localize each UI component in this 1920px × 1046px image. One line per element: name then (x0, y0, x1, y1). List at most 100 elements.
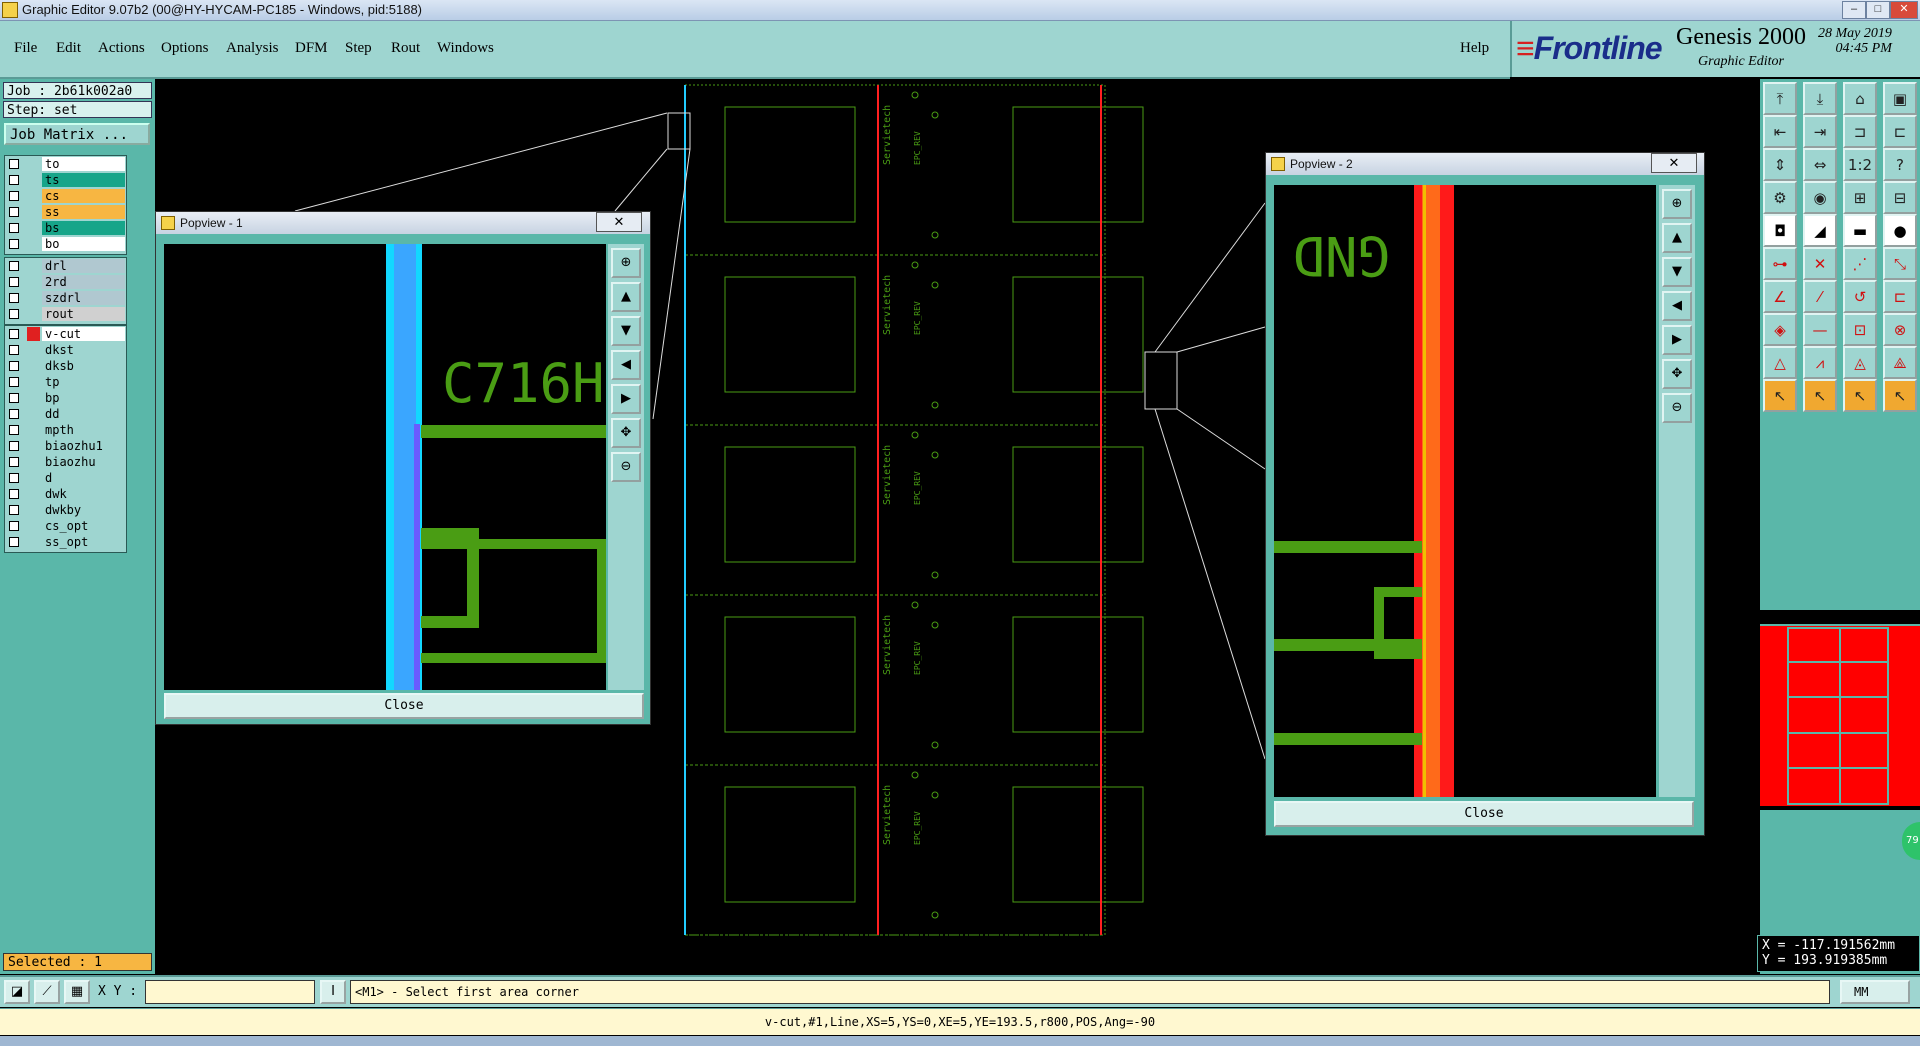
layer-row-cs[interactable]: cs (5, 188, 126, 204)
layer-name[interactable]: cs (42, 189, 125, 203)
tool-icon-38[interactable]: ↖ (1803, 379, 1837, 412)
layer-name[interactable]: biaozhu (42, 455, 125, 469)
layer-row-dwk[interactable]: dwk (5, 486, 126, 502)
tool-icon-15[interactable]: ⊞ (1843, 181, 1877, 214)
layer-checkbox[interactable] (9, 159, 19, 169)
menu-windows[interactable]: Windows (437, 40, 494, 57)
layer-checkbox[interactable] (9, 261, 19, 271)
menu-actions[interactable]: Actions (98, 40, 145, 57)
popview-1-pan-down-icon[interactable]: ▼ (611, 316, 641, 346)
tool-icon-27[interactable]: ↺ (1843, 280, 1877, 313)
layer-name[interactable]: dkst (42, 343, 125, 357)
tool-icon-35[interactable]: ◬ (1843, 346, 1877, 379)
popview-1-zoom-in-icon[interactable]: ⊕ (611, 248, 641, 278)
layer-color-chip[interactable] (27, 359, 40, 373)
layer-name[interactable]: bs (42, 221, 125, 235)
layer-name[interactable]: 2rd (42, 275, 125, 289)
menu-edit[interactable]: Edit (56, 40, 81, 57)
layer-name[interactable]: to (42, 157, 125, 171)
layer-color-chip[interactable] (27, 375, 40, 389)
menu-rout[interactable]: Rout (391, 40, 420, 57)
tool-icon-21[interactable]: ⊶ (1763, 247, 1797, 280)
layer-name[interactable]: dksb (42, 359, 125, 373)
layer-row-dkst[interactable]: dkst (5, 342, 126, 358)
layer-name[interactable]: dwk (42, 487, 125, 501)
layer-color-chip[interactable] (27, 343, 40, 357)
tool-icon-40[interactable]: ↖ (1883, 379, 1917, 412)
tool-icon-3[interactable]: ⌂ (1843, 82, 1877, 115)
popview-2-canvas[interactable]: GND (1274, 185, 1656, 797)
tool-icon-19[interactable]: ▬ (1843, 214, 1877, 247)
popview-1-pan-left-icon[interactable]: ◀ (611, 350, 641, 380)
layer-checkbox[interactable] (9, 207, 19, 217)
layer-row-ss_opt[interactable]: ss_opt (5, 534, 126, 550)
popview-2-pan-up-icon[interactable]: ▲ (1662, 223, 1692, 253)
layer-row-v-cut[interactable]: v-cut (5, 326, 126, 342)
layer-name[interactable]: v-cut (42, 327, 125, 341)
tool-icon-14[interactable]: ◉ (1803, 181, 1837, 214)
tool-icon-32[interactable]: ⊗ (1883, 313, 1917, 346)
popview-1-zoom-out-icon[interactable]: ⊖ (611, 452, 641, 482)
layer-row-biaozhu1[interactable]: biaozhu1 (5, 438, 126, 454)
close-window-button[interactable]: ✕ (1890, 1, 1918, 19)
layer-color-chip[interactable] (27, 327, 40, 341)
popview-2-zoom-in-icon[interactable]: ⊕ (1662, 189, 1692, 219)
layer-color-chip[interactable] (27, 487, 40, 501)
layer-row-dd[interactable]: dd (5, 406, 126, 422)
tool-icon-33[interactable]: △ (1763, 346, 1797, 379)
layer-checkbox[interactable] (9, 521, 19, 531)
tool-icon-1[interactable]: ⤒ (1763, 82, 1797, 115)
tool-icon-5[interactable]: ⇤ (1763, 115, 1797, 148)
layer-color-chip[interactable] (27, 173, 40, 187)
tool-icon-9[interactable]: ⇕ (1763, 148, 1797, 181)
layer-checkbox[interactable] (9, 537, 19, 547)
maximize-button[interactable]: □ (1866, 1, 1890, 19)
cursor-mode-icon[interactable]: I (320, 980, 346, 1004)
layer-row-to[interactable]: to (5, 156, 126, 172)
popview-2-zoom-out-icon[interactable]: ⊖ (1662, 393, 1692, 423)
popview-1-pan-up-icon[interactable]: ▲ (611, 282, 641, 312)
layer-row-d[interactable]: d (5, 470, 126, 486)
tool-icon-13[interactable]: ⚙ (1763, 181, 1797, 214)
layer-color-chip[interactable] (27, 407, 40, 421)
tool-icon-11[interactable]: 1:2 (1843, 148, 1877, 181)
layer-color-chip[interactable] (27, 221, 40, 235)
layer-row-dwkby[interactable]: dwkby (5, 502, 126, 518)
layer-row-drl[interactable]: drl (5, 258, 126, 274)
layer-row-biaozhu[interactable]: biaozhu (5, 454, 126, 470)
layer-checkbox[interactable] (9, 361, 19, 371)
layer-row-mpth[interactable]: mpth (5, 422, 126, 438)
menu-analysis[interactable]: Analysis (226, 40, 279, 57)
layer-color-chip[interactable] (27, 439, 40, 453)
layer-checkbox[interactable] (9, 425, 19, 435)
popview-2-pan-down-icon[interactable]: ▼ (1662, 257, 1692, 287)
layer-checkbox[interactable] (9, 293, 19, 303)
layer-color-chip[interactable] (27, 471, 40, 485)
layer-row-2rd[interactable]: 2rd (5, 274, 126, 290)
layer-checkbox[interactable] (9, 277, 19, 287)
xy-input[interactable] (145, 980, 315, 1004)
tool-icon-23[interactable]: ⋰ (1843, 247, 1877, 280)
layer-name[interactable]: szdrl (42, 291, 125, 305)
layer-checkbox[interactable] (9, 393, 19, 403)
layer-checkbox[interactable] (9, 441, 19, 451)
layer-checkbox[interactable] (9, 223, 19, 233)
layer-checkbox[interactable] (9, 345, 19, 355)
layer-checkbox[interactable] (9, 457, 19, 467)
layer-name[interactable]: biaozhu1 (42, 439, 125, 453)
menu-file[interactable]: File (14, 40, 37, 57)
popview-1-pan-right-icon[interactable]: ▶ (611, 384, 641, 414)
layer-color-chip[interactable] (27, 205, 40, 219)
tool-icon-7[interactable]: ⊐ (1843, 115, 1877, 148)
grid-icon[interactable]: ▦ (64, 980, 90, 1004)
popview-1-canvas[interactable]: C716H (164, 244, 606, 690)
tool-icon-16[interactable]: ⊟ (1883, 181, 1917, 214)
layer-color-chip[interactable] (27, 237, 40, 251)
popview-2-close-x[interactable]: ✕ (1651, 153, 1697, 173)
layer-checkbox[interactable] (9, 309, 19, 319)
tool-icon-12[interactable]: ? (1883, 148, 1917, 181)
tool-icon-30[interactable]: — (1803, 313, 1837, 346)
tool-icon-31[interactable]: ⊡ (1843, 313, 1877, 346)
layer-name[interactable]: ss_opt (42, 535, 125, 549)
layer-row-ss[interactable]: ss (5, 204, 126, 220)
